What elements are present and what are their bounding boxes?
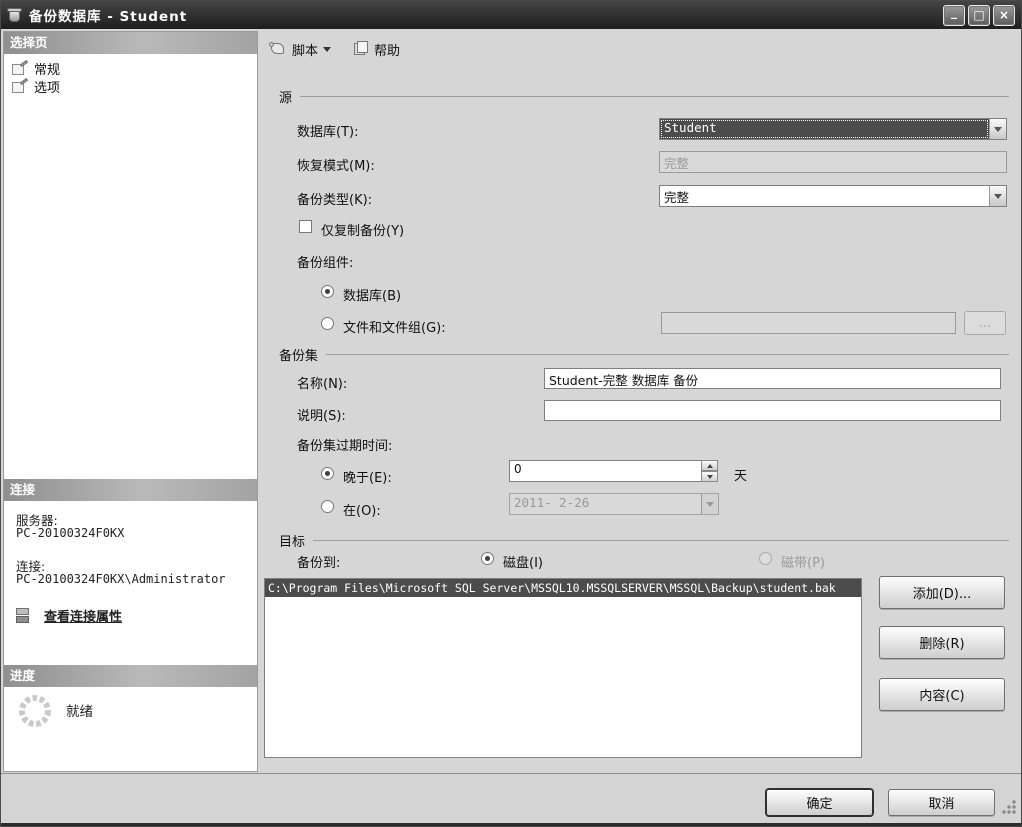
window-title: 备份数据库 - Student bbox=[29, 9, 188, 25]
chevron-down-icon bbox=[706, 501, 714, 507]
chevron-down-icon bbox=[994, 126, 1002, 132]
recovery-model-label: 恢复模式(M): bbox=[297, 159, 375, 174]
combo-arrow-button[interactable] bbox=[989, 119, 1006, 139]
minimize-button[interactable]: _ bbox=[943, 4, 965, 26]
backup-type-combo[interactable]: 完整 bbox=[659, 185, 1007, 207]
files-filegroups-radio[interactable] bbox=[321, 317, 334, 330]
connection-properties-icon bbox=[14, 607, 34, 625]
days-unit-label: 天 bbox=[734, 469, 748, 484]
destination-path-list[interactable]: C:\Program Files\Microsoft SQL Server\MS… bbox=[264, 578, 862, 758]
progress-header: 进度 bbox=[4, 665, 257, 687]
destination-group-title: 目标 bbox=[279, 535, 306, 550]
title-bar[interactable]: 备份数据库 - Student _ □ × bbox=[1, 1, 1021, 29]
chevron-up-icon bbox=[706, 463, 713, 468]
files-filegroups-label: 文件和文件组(G): bbox=[343, 321, 446, 336]
tape-radio bbox=[759, 552, 772, 565]
script-label: 脚本 bbox=[292, 43, 319, 59]
backup-set-group-title: 备份集 bbox=[279, 349, 319, 364]
database-combo[interactable]: Student bbox=[659, 118, 1007, 140]
divider bbox=[326, 354, 1009, 355]
recovery-model-field: 完整 bbox=[659, 151, 1007, 173]
combo-arrow-button bbox=[701, 494, 718, 514]
remove-button[interactable]: 删除(R) bbox=[879, 626, 1005, 659]
tape-radio-label: 磁带(P) bbox=[781, 556, 825, 571]
on-date-combo: 2011- 2-26 bbox=[509, 493, 719, 515]
spin-up-button[interactable] bbox=[701, 460, 718, 471]
description-label: 说明(S): bbox=[297, 409, 346, 424]
expiration-label: 备份集过期时间: bbox=[297, 439, 393, 454]
backup-type-combo-value: 完整 bbox=[664, 190, 690, 205]
maximize-button[interactable]: □ bbox=[968, 4, 990, 26]
browse-button: ... bbox=[964, 311, 1006, 335]
script-button[interactable]: 脚本 bbox=[265, 37, 335, 61]
after-label: 晚于(E): bbox=[343, 471, 392, 486]
help-icon bbox=[353, 41, 369, 57]
progress-status: 就绪 bbox=[66, 704, 93, 720]
page-icon bbox=[12, 77, 29, 94]
backup-to-label: 备份到: bbox=[297, 556, 341, 571]
database-label: 数据库(T): bbox=[297, 125, 359, 140]
database-radio-label: 数据库(B) bbox=[343, 289, 402, 304]
add-button[interactable]: 添加(D)... bbox=[879, 576, 1005, 609]
on-date-label: 在(O): bbox=[343, 504, 381, 519]
combo-arrow-button[interactable] bbox=[989, 186, 1006, 206]
sidebar-item-label: 选项 bbox=[34, 81, 61, 96]
page-icon bbox=[12, 59, 29, 76]
on-date-combo-value: 2011- 2-26 bbox=[514, 495, 590, 510]
days-spinner[interactable] bbox=[701, 460, 718, 482]
copy-only-label: 仅复制备份(Y) bbox=[321, 224, 405, 239]
window-bottom-edge bbox=[1, 823, 1021, 826]
view-connection-properties-row: 查看连接属性 bbox=[14, 606, 122, 625]
disk-radio[interactable] bbox=[481, 552, 494, 565]
source-group-header: 源 bbox=[279, 87, 1009, 106]
ok-button[interactable]: 确定 bbox=[766, 789, 873, 816]
connection-header: 连接 bbox=[4, 479, 257, 501]
divider bbox=[313, 540, 1009, 541]
cancel-button[interactable]: 取消 bbox=[888, 789, 995, 816]
description-field[interactable] bbox=[544, 400, 1001, 421]
backup-type-label: 备份类型(K): bbox=[297, 193, 373, 208]
database-combo-value: Student bbox=[660, 119, 989, 139]
chevron-down-icon bbox=[994, 193, 1002, 199]
progress-spinner-icon bbox=[19, 695, 51, 727]
divider bbox=[300, 96, 1009, 97]
server-value: PC-20100324F0KX bbox=[16, 526, 125, 540]
name-label: 名称(N): bbox=[297, 377, 348, 392]
source-group-title: 源 bbox=[279, 91, 293, 106]
disk-radio-label: 磁盘(I) bbox=[503, 556, 543, 571]
database-icon bbox=[7, 7, 22, 23]
script-icon bbox=[269, 41, 287, 57]
close-button[interactable]: × bbox=[993, 4, 1015, 26]
select-page-header: 选择页 bbox=[4, 32, 257, 54]
on-date-radio[interactable] bbox=[321, 500, 334, 513]
database-radio[interactable] bbox=[321, 285, 334, 298]
files-filegroups-field bbox=[661, 312, 956, 334]
destination-path-item[interactable]: C:\Program Files\Microsoft SQL Server\MS… bbox=[265, 579, 861, 597]
help-label: 帮助 bbox=[374, 43, 401, 59]
backup-database-dialog: 备份数据库 - Student _ □ × 选择页 常规 选项 连接 服务器: … bbox=[0, 0, 1022, 827]
chevron-down-icon bbox=[706, 474, 713, 479]
view-connection-properties-link[interactable]: 查看连接属性 bbox=[44, 606, 122, 625]
sidebar-item-options[interactable]: 选项 bbox=[8, 76, 64, 97]
spin-down-button[interactable] bbox=[701, 471, 718, 482]
after-days-field[interactable]: 0 bbox=[509, 460, 702, 482]
destination-group-header: 目标 bbox=[279, 531, 1009, 550]
connection-value: PC-20100324F0KX\Administrator bbox=[16, 572, 226, 586]
backup-component-label: 备份组件: bbox=[297, 256, 354, 271]
contents-button[interactable]: 内容(C) bbox=[879, 678, 1005, 711]
after-radio[interactable] bbox=[321, 467, 334, 480]
backup-set-group-header: 备份集 bbox=[279, 345, 1009, 364]
name-field[interactable]: Student-完整 数据库 备份 bbox=[544, 368, 1001, 389]
sidebar: 选择页 常规 选项 连接 服务器: PC-20100324F0KX 连接: PC… bbox=[3, 31, 258, 772]
chevron-down-icon[interactable] bbox=[323, 46, 332, 52]
help-button[interactable]: 帮助 bbox=[349, 37, 404, 61]
resize-grip[interactable] bbox=[1001, 799, 1017, 815]
copy-only-checkbox[interactable] bbox=[299, 220, 312, 233]
